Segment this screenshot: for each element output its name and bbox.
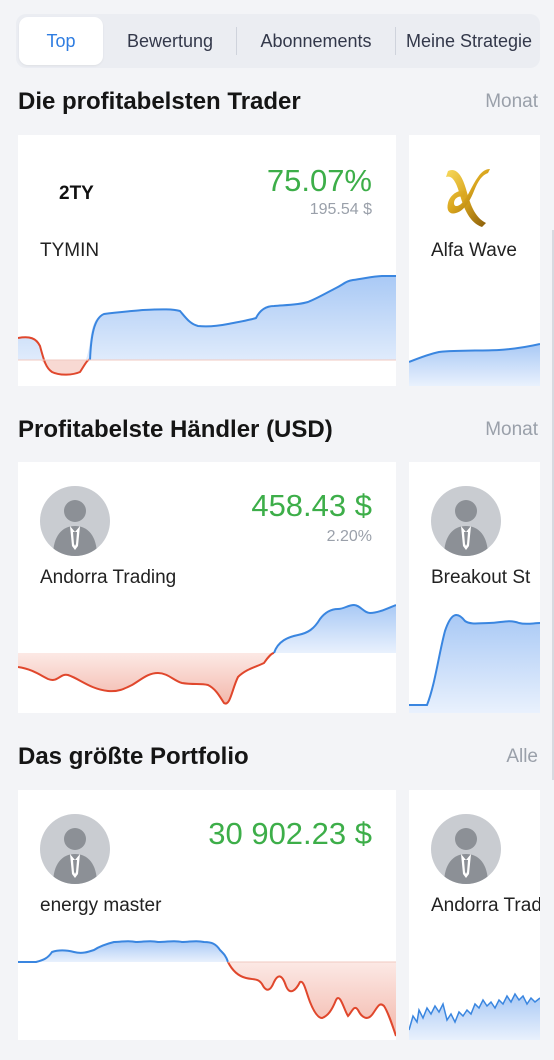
user-avatar-icon [40, 814, 110, 884]
user-avatar-icon [431, 486, 501, 556]
user-avatar-icon [40, 486, 110, 556]
trader-card[interactable]: Andorra Trad [409, 790, 540, 1040]
equity-chart [409, 614, 540, 713]
tab-bar: Top Bewertung Abonnements Meine Strategi… [16, 14, 540, 68]
profit-percentage: 75.07% [266, 163, 372, 198]
section-title-profitable-dealers: Profitabelste Händler (USD) [18, 416, 333, 443]
trader-card[interactable]: Alfa Wave [409, 135, 540, 386]
section-filter-period[interactable]: Monat [485, 419, 538, 441]
trader-name: TYMIN [40, 240, 100, 261]
trader-card[interactable]: 2TY 75.07% 195.54 $ TYMIN [18, 135, 396, 386]
equity-chart [409, 992, 540, 1040]
equity-chart [409, 343, 540, 386]
equity-chart [18, 940, 396, 1037]
section-filter-period[interactable]: Alle [506, 746, 538, 768]
trader-card[interactable]: 30 902.23 $ energy master [18, 790, 396, 1040]
tab-meine-strategie[interactable]: Meine Strategie [396, 14, 540, 68]
trader-name: Andorra Trading [40, 567, 177, 588]
trader-name: energy master [40, 895, 162, 916]
profit-amount: 458.43 $ [251, 488, 372, 523]
trader-name: Breakout St [431, 567, 531, 588]
trader-card[interactable]: Breakout St [409, 462, 540, 713]
trader-name: Alfa Wave [431, 240, 517, 261]
alfa-wave-logo [446, 169, 490, 227]
trader-card[interactable]: 458.43 $ 2.20% Andorra Trading [18, 462, 396, 713]
profit-amount: 195.54 $ [309, 201, 372, 218]
section-title-largest-portfolio: Das größte Portfolio [18, 743, 249, 770]
section-title-profitable-traders: Die profitabelsten Trader [18, 88, 301, 115]
tab-abonnements[interactable]: Abonnements [237, 14, 395, 68]
equity-chart [18, 603, 396, 705]
portfolio-value: 30 902.23 $ [208, 816, 372, 851]
tab-bewertung[interactable]: Bewertung [104, 14, 236, 68]
tymin-logo: 2TY [59, 183, 94, 204]
tab-top[interactable]: Top [19, 17, 103, 65]
equity-chart [18, 275, 396, 376]
profit-percentage: 2.20% [326, 528, 372, 545]
trader-name: Andorra Trad [431, 895, 540, 916]
section-filter-period[interactable]: Monat [485, 91, 538, 113]
user-avatar-icon [431, 814, 501, 884]
